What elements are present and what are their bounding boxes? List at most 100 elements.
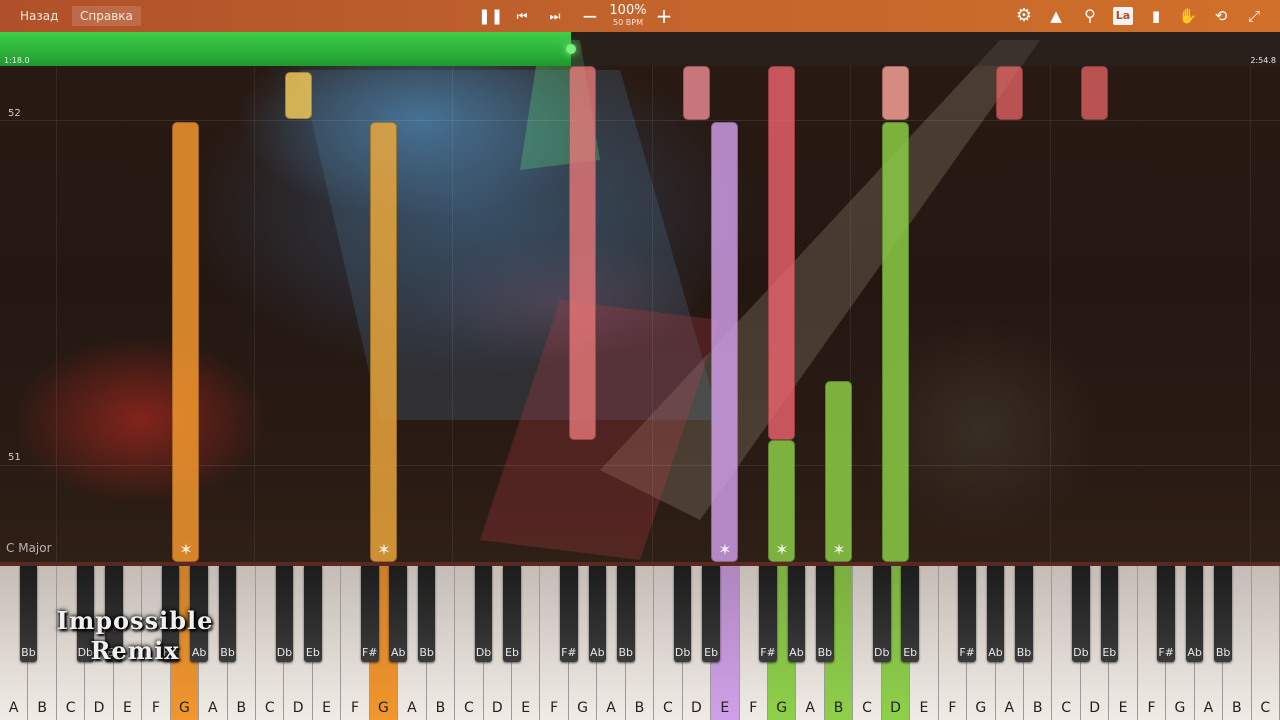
white-key-label: D [292,700,304,716]
white-key-label: A [1004,700,1015,716]
white-key-label: F [550,700,559,716]
prev-icon[interactable]: ⏮ [512,6,532,26]
black-key[interactable]: Bb [1015,566,1033,662]
white-key[interactable]: C [1251,566,1280,720]
black-key[interactable]: Ab [787,566,806,662]
white-key-label: G [178,700,190,716]
key-signature-label: C Major [6,541,52,555]
black-key[interactable]: Ab [588,566,607,662]
plus-icon[interactable]: + [654,6,674,26]
note-bar [569,66,596,440]
black-key-label: Ab [1187,646,1202,659]
black-key-label: Bb [1215,646,1231,659]
white-key-label: E [123,700,132,716]
note-bar [370,122,397,562]
black-key-label: Eb [704,646,719,659]
note-bar [711,122,738,562]
black-key-label: Db [475,646,492,659]
black-key[interactable]: Db [673,566,692,662]
black-key[interactable]: F# [759,566,777,662]
black-key-label: F# [760,646,776,659]
black-key[interactable]: Bb [417,566,436,662]
measure-line [0,120,1280,121]
black-key[interactable]: Eb [702,566,720,662]
white-key-label: D [93,700,105,716]
black-key[interactable]: Ab [986,566,1005,662]
hand-icon[interactable]: ✋ [1178,6,1198,26]
hit-spark: ✶ [377,540,391,559]
white-key-label: B [634,700,645,716]
elapsed-time: 1:18.0 [4,56,30,65]
speed-readout: 100% 50 BPM [606,4,650,28]
black-key[interactable]: Bb [816,566,834,662]
black-key-label: Bb [817,646,833,659]
white-key-label: D [1089,700,1100,716]
black-key[interactable]: Db [1072,566,1090,662]
black-key-label: F# [361,646,378,659]
black-key-label: Eb [903,646,918,659]
black-key[interactable]: Eb [503,566,521,662]
grid-line [1050,66,1051,562]
grid-line [652,66,653,562]
black-key[interactable]: F# [360,566,379,662]
white-key-label: B [1232,700,1242,716]
black-key-label: Eb [305,646,320,659]
black-key-label: Ab [390,646,406,659]
white-key-label: E [919,700,929,716]
white-key-label: E [1118,700,1128,716]
white-key-label: A [1203,700,1214,716]
progress-fill [0,32,571,66]
metronome-icon[interactable]: ▲ [1046,6,1066,26]
black-key[interactable]: Db [474,566,493,662]
note-bar [996,66,1023,120]
black-key-label: Ab [590,646,605,659]
synthesia-view: 52 51 ✶ ✶ ✶ ✶ ✶ C Major Назад Справка ❚❚… [0,0,1280,720]
grid-line [1250,66,1251,562]
black-key-label: Db [276,646,293,659]
black-key[interactable]: Eb [901,566,920,662]
white-key-label: G [577,700,589,716]
grid-line [254,66,255,562]
la-icon[interactable]: La [1113,7,1133,25]
black-key-label: F# [561,646,577,659]
total-time: 2:54.8 [1250,56,1276,65]
black-key[interactable]: Db [872,566,891,662]
hit-spark: ✶ [832,540,846,559]
black-key[interactable]: F# [1157,566,1176,662]
black-key-label: Db [874,646,890,659]
black-key[interactable]: Eb [304,566,322,662]
black-key[interactable]: Ab [389,566,408,662]
black-key[interactable]: F# [958,566,976,662]
white-key-label: E [521,700,531,716]
black-key[interactable]: Bb [1214,566,1232,662]
magnifier-icon[interactable]: ⚲ [1080,6,1100,26]
fullscreen-icon[interactable]: ⤢ [1244,6,1264,26]
black-key[interactable]: Eb [1100,566,1119,662]
progress-knob[interactable] [565,44,576,54]
help-button[interactable]: Справка [72,6,141,26]
white-key-label: E [322,700,332,716]
back-button[interactable]: Назад [12,6,66,26]
black-key[interactable]: Db [275,566,294,662]
bookmark-icon[interactable]: ▮ [1146,6,1166,26]
black-key-label: Ab [789,646,804,659]
minus-icon[interactable]: − [580,6,600,26]
gear-icon[interactable]: ⚙ [1014,6,1034,26]
black-key-label: F# [1158,646,1174,659]
black-key[interactable]: Bb [616,566,635,662]
black-key-label: F# [959,646,975,659]
note-bar [285,72,312,119]
grid-line [452,66,453,562]
white-key-label: G [776,700,788,716]
white-key-label: E [720,700,730,716]
white-key-label: A [606,700,616,716]
white-key-label: C [463,700,474,716]
next-icon[interactable]: ⏭ [545,6,565,26]
loop-icon[interactable]: ⟲ [1211,6,1231,26]
hit-spark: ✶ [179,540,193,559]
pause-icon[interactable]: ❚❚ [478,6,503,26]
black-key[interactable]: F# [560,566,578,662]
hit-spark: ✶ [718,540,732,559]
black-key[interactable]: Ab [1185,566,1204,662]
progress-bar[interactable] [0,32,1280,66]
